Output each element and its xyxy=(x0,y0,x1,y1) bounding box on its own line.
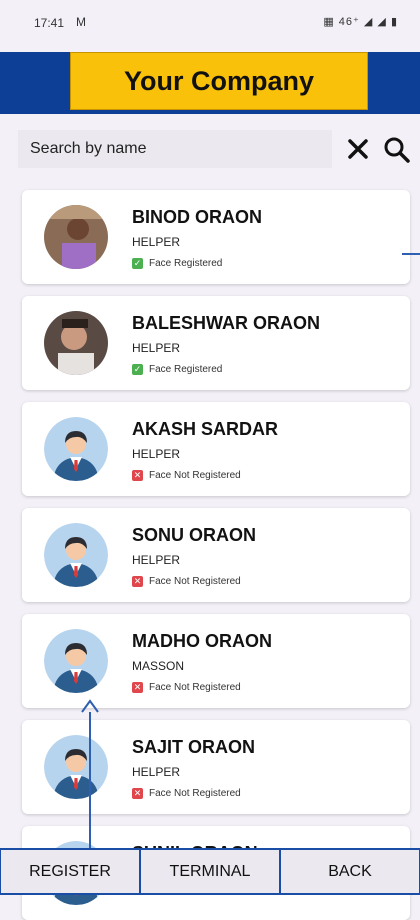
search-icon xyxy=(384,137,410,163)
search-button[interactable] xyxy=(380,132,414,166)
avatar xyxy=(44,311,108,375)
app-header: Your Company xyxy=(0,52,420,114)
face-status-label: Face Not Registered xyxy=(149,788,241,799)
face-status-label: Face Not Registered xyxy=(149,682,241,693)
employee-card[interactable]: AKASH SARDAR HELPER ✕ Face Not Registered xyxy=(22,402,410,496)
terminal-button[interactable]: TERMINAL xyxy=(140,848,280,895)
search-input[interactable] xyxy=(28,139,322,159)
status-time: 17:41 xyxy=(34,16,65,30)
cross-icon: ✕ xyxy=(132,470,143,481)
employee-card[interactable]: BINOD ORAON HELPER ✓ Face Registered xyxy=(22,190,410,284)
employee-card[interactable]: SONU ORAON HELPER ✕ Face Not Registered xyxy=(22,508,410,602)
employee-name: BINOD ORAON xyxy=(132,207,262,227)
avatar xyxy=(44,629,108,693)
employee-name: AKASH SARDAR xyxy=(132,419,279,439)
annotation-arrow-head xyxy=(81,699,99,713)
default-user-icon xyxy=(44,735,108,799)
employee-name: MADHO ORAON xyxy=(132,631,272,651)
employee-role: HELPER xyxy=(132,553,181,567)
annotation-arrow-line xyxy=(89,712,91,848)
avatar xyxy=(44,417,108,481)
face-status: ✕ Face Not Registered xyxy=(132,576,241,587)
face-status: ✕ Face Not Registered xyxy=(132,682,241,693)
status-bar: 17:41 M ▦ 46⁺ ◢ ◢ ▮ xyxy=(0,0,420,44)
employee-role: HELPER xyxy=(132,341,181,355)
clear-search-button[interactable] xyxy=(344,132,374,166)
cross-icon: ✕ xyxy=(132,576,143,587)
face-status: ✕ Face Not Registered xyxy=(132,788,241,799)
face-status: ✕ Face Not Registered xyxy=(132,470,241,481)
default-user-icon xyxy=(44,629,108,693)
employee-card[interactable]: MADHO ORAON MASSON ✕ Face Not Registered xyxy=(22,614,410,708)
cross-icon: ✕ xyxy=(132,682,143,693)
employee-name: SONU ORAON xyxy=(132,525,257,545)
close-icon xyxy=(348,139,368,159)
register-button[interactable]: REGISTER xyxy=(0,848,140,895)
employee-role: HELPER xyxy=(132,765,181,779)
cross-icon: ✕ xyxy=(132,788,143,799)
employee-card[interactable]: BALESHWAR ORAON HELPER ✓ Face Registered xyxy=(22,296,410,390)
check-icon: ✓ xyxy=(132,364,143,375)
employee-role: MASSON xyxy=(132,659,185,673)
employee-name: BALESHWAR ORAON xyxy=(132,313,320,333)
face-status-label: Face Registered xyxy=(149,364,223,375)
face-status: ✓ Face Registered xyxy=(132,364,222,375)
employee-photo xyxy=(44,311,108,375)
default-user-icon xyxy=(44,417,108,481)
check-icon: ✓ xyxy=(132,258,143,269)
face-status-label: Face Not Registered xyxy=(149,576,241,587)
avatar xyxy=(44,523,108,587)
face-status-label: Face Not Registered xyxy=(149,470,241,481)
annotation-arrow-line xyxy=(402,253,420,255)
search-bar[interactable] xyxy=(18,130,332,168)
default-user-icon xyxy=(44,523,108,587)
company-title: Your Company xyxy=(70,52,368,110)
face-status: ✓ Face Registered xyxy=(132,258,222,269)
face-status-label: Face Registered xyxy=(149,258,223,269)
avatar xyxy=(44,735,108,799)
employee-name: SAJIT ORAON xyxy=(132,737,256,757)
network-activity-icon: M xyxy=(76,15,86,29)
employee-card[interactable]: SAJIT ORAON HELPER ✕ Face Not Registered xyxy=(22,720,410,814)
avatar xyxy=(44,205,108,269)
employee-role: HELPER xyxy=(132,235,181,249)
employee-role: HELPER xyxy=(132,447,181,461)
back-button[interactable]: BACK xyxy=(280,848,420,895)
bottom-nav: REGISTER TERMINAL BACK xyxy=(0,848,420,895)
employee-photo xyxy=(44,205,108,269)
system-icons: ▦ 46⁺ ◢ ◢ ▮ xyxy=(323,16,398,28)
